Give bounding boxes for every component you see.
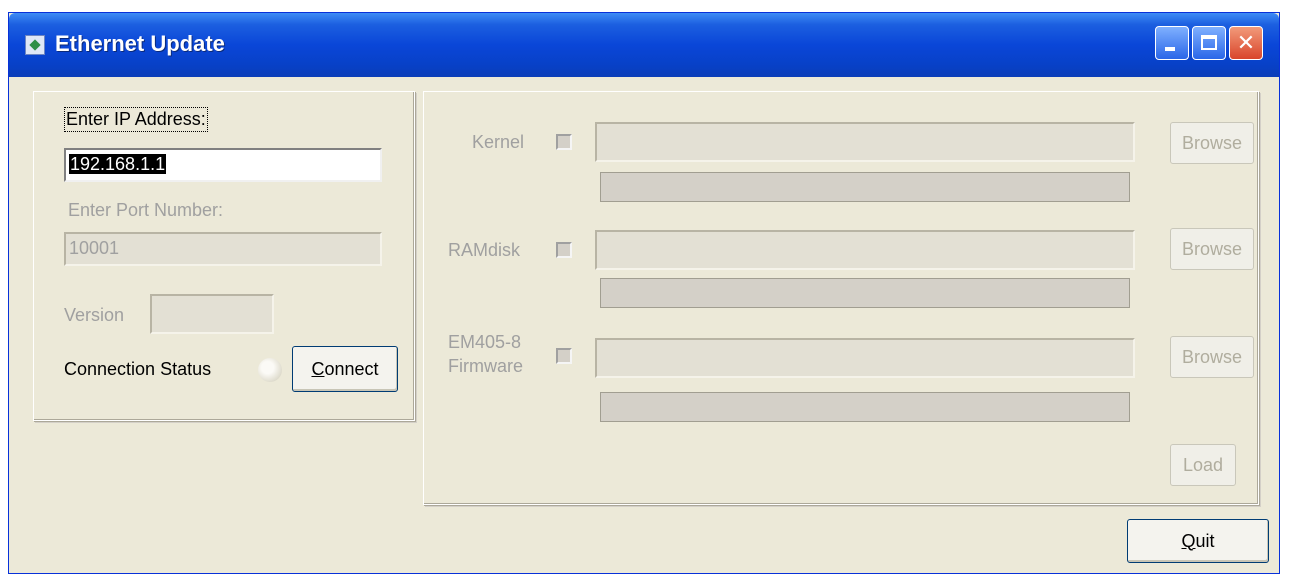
ip-address-input[interactable]: 192.168.1.1	[64, 148, 382, 182]
ip-address-label: Enter IP Address:	[64, 107, 208, 132]
firmware-browse-button[interactable]: Browse	[1170, 336, 1254, 378]
quit-button-label: Quit	[1181, 530, 1215, 551]
load-button[interactable]: Load	[1170, 444, 1236, 486]
firmware-label-line1: EM405-8	[448, 332, 522, 352]
firmware-path-input[interactable]	[595, 338, 1135, 378]
kernel-label: Kernel	[472, 132, 525, 152]
kernel-browse-label: Browse	[1181, 132, 1243, 153]
kernel-path-input[interactable]	[595, 122, 1135, 162]
ramdisk-browse-button[interactable]: Browse	[1170, 228, 1254, 270]
minimize-button[interactable]	[1155, 26, 1189, 60]
ramdisk-path-input[interactable]	[595, 230, 1135, 270]
port-number-label: Enter Port Number:	[68, 200, 224, 220]
ramdisk-browse-label: Browse	[1181, 238, 1243, 259]
port-number-input[interactable]: 10001	[64, 232, 382, 266]
ramdisk-checkbox[interactable]	[556, 242, 572, 258]
title-bar[interactable]: Ethernet Update ✕	[9, 13, 1279, 77]
connect-button[interactable]: Connect	[292, 346, 398, 392]
firmware-checkbox[interactable]	[556, 348, 572, 364]
ramdisk-label: RAMdisk	[448, 240, 521, 260]
maximize-button[interactable]	[1192, 26, 1226, 60]
kernel-checkbox[interactable]	[556, 134, 572, 150]
connection-status-label: Connection Status	[64, 359, 212, 379]
connection-panel: Enter IP Address: 192.168.1.1 Enter Port…	[33, 91, 415, 421]
version-field	[150, 294, 274, 334]
version-label: Version	[64, 305, 125, 325]
firmware-browse-label: Browse	[1181, 346, 1243, 367]
connect-button-label: Connect	[311, 358, 379, 379]
update-panel: Kernel Browse RAMdisk Browse EM405-8 Fir…	[423, 91, 1259, 505]
window-title: Ethernet Update	[55, 31, 225, 56]
connection-status-indicator	[258, 358, 282, 382]
firmware-progress-bar	[600, 392, 1130, 422]
app-icon	[25, 35, 45, 55]
load-button-label: Load	[1182, 454, 1224, 475]
close-icon: ✕	[1236, 30, 1256, 56]
close-button[interactable]: ✕	[1229, 26, 1263, 60]
kernel-progress-bar	[600, 172, 1130, 202]
firmware-label-line2: Firmware	[448, 356, 523, 376]
maximize-icon	[1201, 35, 1217, 50]
kernel-browse-button[interactable]: Browse	[1170, 122, 1254, 164]
port-number-value: 10001	[69, 238, 120, 258]
minimize-icon	[1165, 47, 1175, 51]
ethernet-update-window: Ethernet Update ✕ Enter IP Address: 192.…	[8, 12, 1280, 574]
ip-address-value: 192.168.1.1	[69, 154, 167, 174]
ramdisk-progress-bar	[600, 278, 1130, 308]
quit-button[interactable]: Quit	[1127, 519, 1269, 563]
